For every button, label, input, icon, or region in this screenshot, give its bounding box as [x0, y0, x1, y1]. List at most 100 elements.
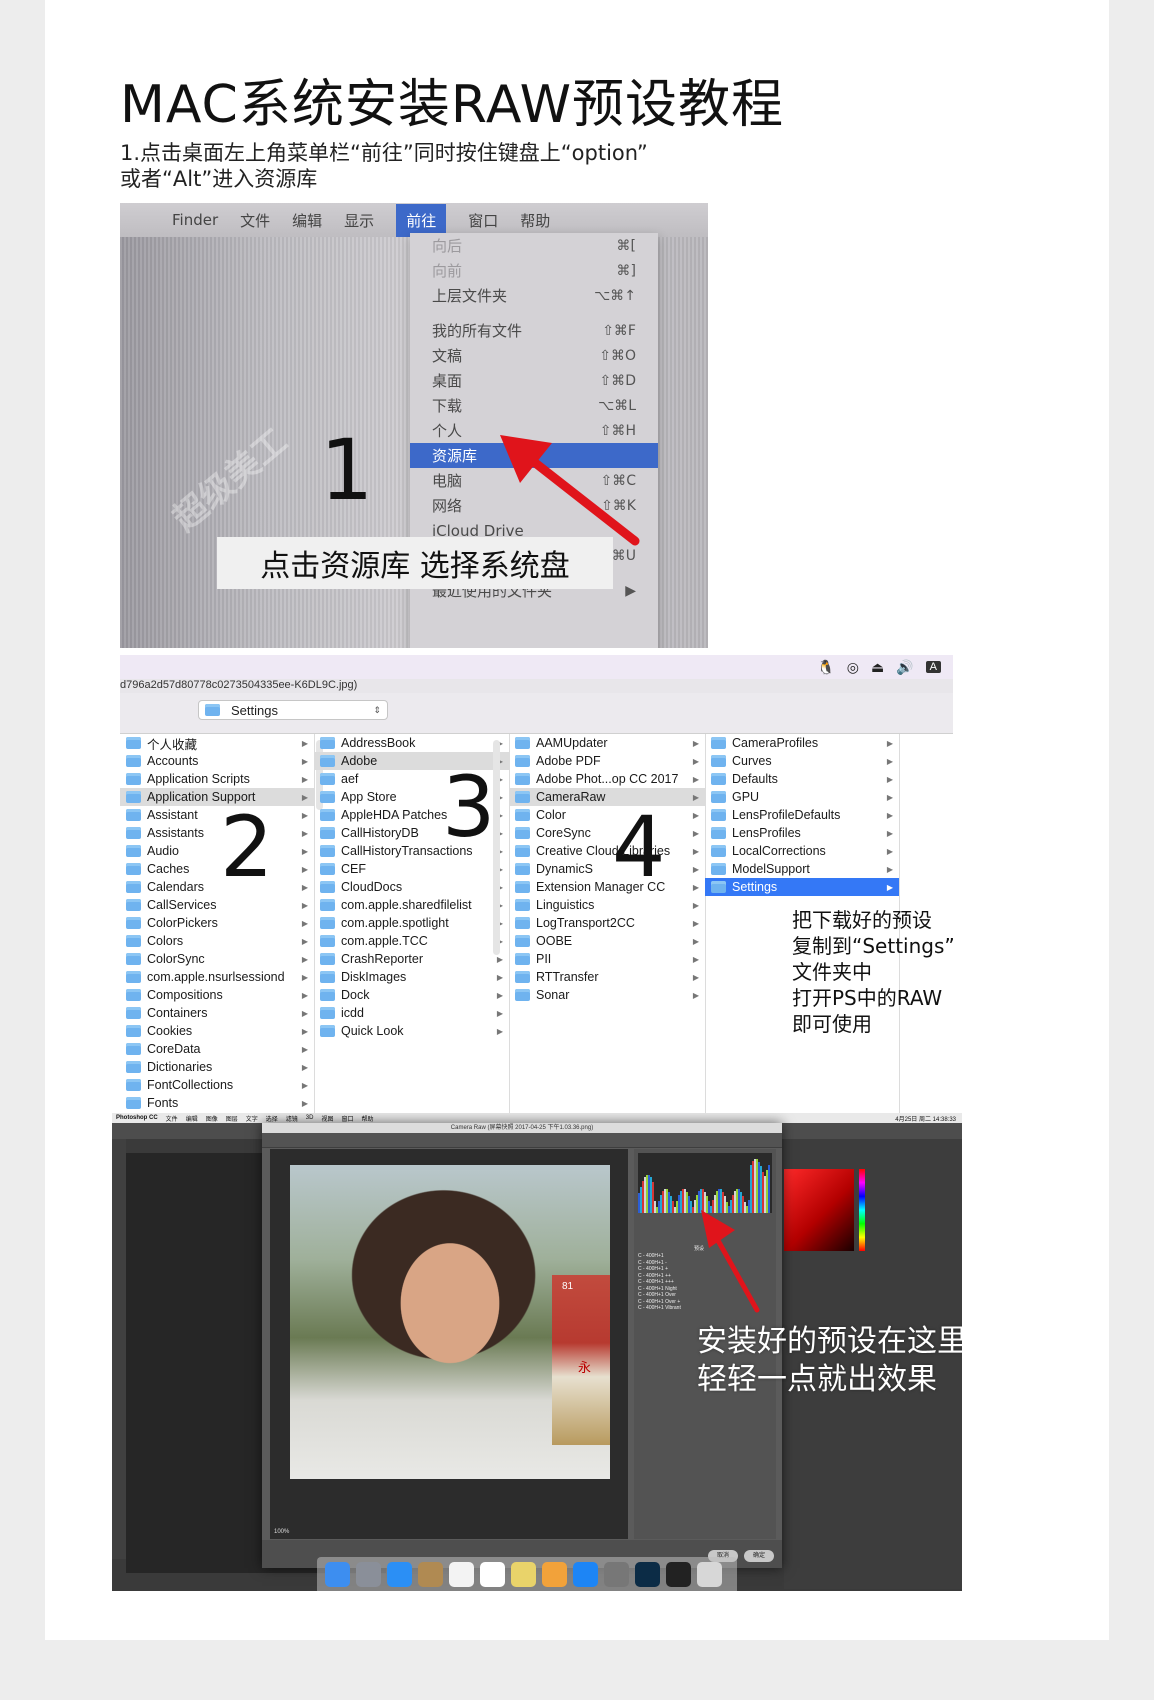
folder-row[interactable]: 个人收藏 ▶: [120, 734, 314, 752]
folder-row[interactable]: Caches ▶: [120, 860, 314, 878]
folder-row[interactable]: RTTransfer ▶: [509, 968, 705, 986]
folder-row[interactable]: CoreData ▶: [120, 1040, 314, 1058]
folder-row[interactable]: ColorPickers ▶: [120, 914, 314, 932]
go-menu-item[interactable]: 向后 ⌘[: [410, 233, 658, 258]
folder-row[interactable]: Compositions ▶: [120, 986, 314, 1004]
go-menu-item[interactable]: 下载 ⌥⌘L: [410, 393, 658, 418]
go-menu-item[interactable]: 网络 ⇧⌘K: [410, 493, 658, 518]
ps-menu-item[interactable]: 图层: [226, 1114, 238, 1123]
qq-icon[interactable]: 🐧: [817, 659, 834, 676]
ps-menu-item[interactable]: 图像: [206, 1114, 218, 1123]
hue-slider[interactable]: [859, 1169, 865, 1251]
folder-row[interactable]: Calendars ▶: [120, 878, 314, 896]
folder-row[interactable]: Application Scripts ▶: [120, 770, 314, 788]
launchpad-icon[interactable]: [356, 1561, 381, 1587]
folder-row[interactable]: DynamicS ▶: [509, 860, 705, 878]
folder-row[interactable]: Fonts ▶: [120, 1094, 314, 1112]
volume-icon[interactable]: 🔊: [896, 659, 913, 676]
folder-row[interactable]: Sonar ▶: [509, 986, 705, 1004]
ps-menu-item[interactable]: 帮助: [361, 1114, 373, 1123]
folder-row[interactable]: CloudDocs▶: [314, 878, 509, 896]
menu-finder[interactable]: Finder: [172, 211, 218, 229]
go-menu-item[interactable]: 我的所有文件 ⇧⌘F: [410, 318, 658, 343]
go-menu-item[interactable]: 桌面 ⇧⌘D: [410, 368, 658, 393]
ps-menu-item[interactable]: 文件: [166, 1114, 178, 1123]
ok-button[interactable]: 确定: [744, 1550, 774, 1562]
folder-row[interactable]: PII ▶: [509, 950, 705, 968]
folder-row[interactable]: ColorSync ▶: [120, 950, 314, 968]
safari-icon[interactable]: [387, 1561, 412, 1587]
folder-row[interactable]: Application Support ▶: [120, 788, 314, 806]
folder-row[interactable]: CoreSync ▶: [509, 824, 705, 842]
folder-row[interactable]: CameraRaw ▶: [509, 788, 705, 806]
ps-menu-item[interactable]: 滤镜: [286, 1114, 298, 1123]
contacts-icon[interactable]: [418, 1561, 443, 1587]
ps-menu-item[interactable]: Photoshop CC: [116, 1115, 158, 1121]
input-source-icon[interactable]: A: [925, 661, 941, 673]
folder-row[interactable]: Adobe Phot...op CC 2017 ▶: [509, 770, 705, 788]
folder-row[interactable]: Curves ▶: [705, 752, 899, 770]
folder-row[interactable]: icdd ▶: [314, 1004, 509, 1022]
folder-row[interactable]: com.apple.TCC▶: [314, 932, 509, 950]
folder-row[interactable]: LensProfiles ▶: [705, 824, 899, 842]
folder-row[interactable]: com.apple.spotlight▶: [314, 914, 509, 932]
folder-row[interactable]: CameraProfiles ▶: [705, 734, 899, 752]
photos-icon[interactable]: [542, 1561, 567, 1587]
ps-menu-item[interactable]: 视图: [321, 1114, 333, 1123]
preset-item[interactable]: C - 400H+1 Over: [638, 1292, 681, 1299]
folder-row[interactable]: Color ▶: [509, 806, 705, 824]
ps-menu-item[interactable]: 选择: [266, 1114, 278, 1123]
folder-row[interactable]: Dictionaries ▶: [120, 1058, 314, 1076]
folder-row[interactable]: Assistants ▶: [120, 824, 314, 842]
system-preferences-icon[interactable]: [604, 1561, 629, 1587]
folder-row[interactable]: Quick Look ▶: [314, 1022, 509, 1040]
location-popup[interactable]: Settings ⇕: [198, 700, 388, 720]
folder-row[interactable]: LogTransport2CC ▶: [509, 914, 705, 932]
ps-menu-item[interactable]: 文字: [246, 1114, 258, 1123]
go-menu-item[interactable]: 资源库: [410, 443, 658, 468]
finder-icon[interactable]: [325, 1561, 350, 1587]
preview-icon[interactable]: [511, 1561, 536, 1587]
folder-row[interactable]: CEF▶: [314, 860, 509, 878]
menu-file[interactable]: 文件: [240, 210, 270, 231]
photoshop-icon[interactable]: [635, 1561, 660, 1587]
menu-go[interactable]: 前往: [396, 203, 447, 237]
menu-edit[interactable]: 编辑: [292, 210, 322, 231]
folder-row[interactable]: Cookies ▶: [120, 1022, 314, 1040]
folder-row[interactable]: Creative Cloud Libraries ▶: [509, 842, 705, 860]
eject-icon[interactable]: ⏏: [871, 659, 884, 676]
folder-row[interactable]: ModelSupport ▶: [705, 860, 899, 878]
creative-cloud-icon[interactable]: ◎: [847, 659, 859, 676]
folder-row[interactable]: com.apple.nsurlsessiond ▶: [120, 968, 314, 986]
ps-menu-item[interactable]: 编辑: [186, 1114, 198, 1123]
folder-row[interactable]: Containers ▶: [120, 1004, 314, 1022]
folder-row[interactable]: LensProfileDefaults ▶: [705, 806, 899, 824]
folder-row[interactable]: Defaults ▶: [705, 770, 899, 788]
reminders-icon[interactable]: [449, 1561, 474, 1587]
folder-row[interactable]: com.apple.sharedfilelist▶: [314, 896, 509, 914]
folder-row[interactable]: FontCollections ▶: [120, 1076, 314, 1094]
folder-row[interactable]: CrashReporter ▶: [314, 950, 509, 968]
folder-row[interactable]: GPU ▶: [705, 788, 899, 806]
color-picker[interactable]: [784, 1169, 854, 1251]
menu-help[interactable]: 帮助: [520, 210, 550, 231]
folder-row[interactable]: Colors ▶: [120, 932, 314, 950]
folder-row[interactable]: Extension Manager CC ▶: [509, 878, 705, 896]
go-menu-item[interactable]: 文稿 ⇧⌘O: [410, 343, 658, 368]
go-menu-item[interactable]: 个人 ⇧⌘H: [410, 418, 658, 443]
folder-row[interactable]: OOBE ▶: [509, 932, 705, 950]
ps-menu-item[interactable]: 3D: [306, 1115, 314, 1121]
trash-icon[interactable]: [697, 1561, 722, 1587]
go-menu-item[interactable]: 上层文件夹 ⌥⌘↑: [410, 283, 658, 308]
folder-row[interactable]: DiskImages ▶: [314, 968, 509, 986]
folder-row[interactable]: Adobe PDF ▶: [509, 752, 705, 770]
app-store-icon[interactable]: [573, 1561, 598, 1587]
zoom-level[interactable]: 100%: [274, 1529, 289, 1535]
folder-row[interactable]: AddressBook▶: [314, 734, 509, 752]
qq-icon[interactable]: [666, 1561, 691, 1587]
go-menu-item[interactable]: 向前 ⌘]: [410, 258, 658, 283]
folder-row[interactable]: Audio ▶: [120, 842, 314, 860]
folder-row[interactable]: Accounts ▶: [120, 752, 314, 770]
folder-row[interactable]: Linguistics ▶: [509, 896, 705, 914]
calendar-icon[interactable]: [480, 1561, 505, 1587]
